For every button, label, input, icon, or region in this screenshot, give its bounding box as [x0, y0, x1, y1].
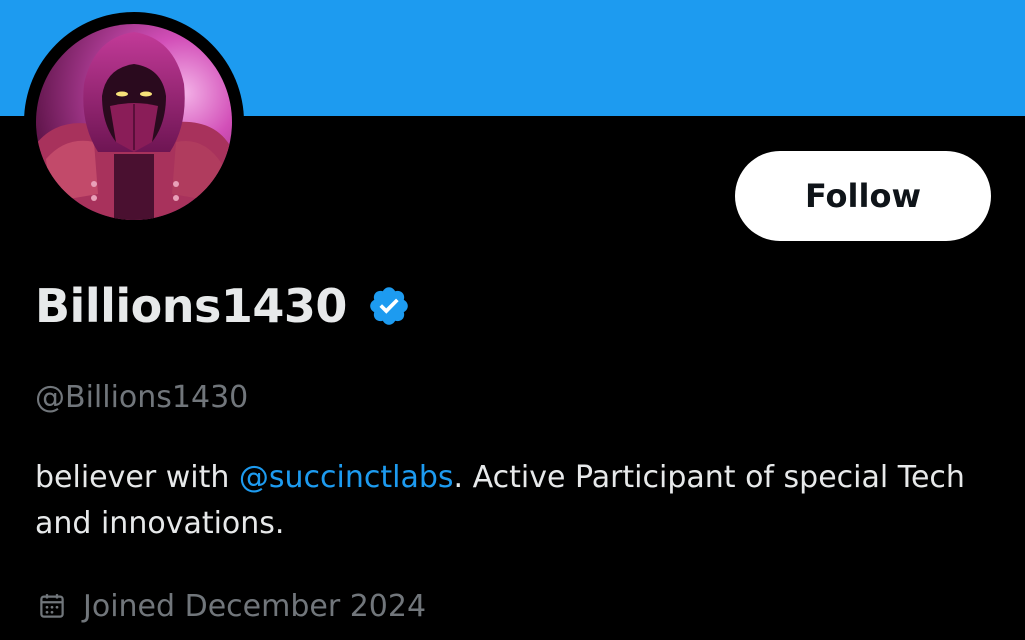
avatar[interactable] [36, 24, 232, 220]
calendar-icon [40, 594, 64, 618]
follow-button[interactable]: Follow [735, 151, 991, 241]
bio-text-start: believer with [35, 460, 239, 495]
profile-page: Follow Billions1430 @Billions1430 believ… [0, 0, 1025, 640]
display-name: Billions1430 [35, 279, 347, 333]
hooded-ninja-avatar-icon [36, 24, 232, 220]
bio: believer with @succinctlabs. Active Part… [35, 455, 995, 547]
joined-row: Joined December 2024 [37, 584, 426, 628]
bio-mention-link[interactable]: @succinctlabs [239, 460, 454, 495]
joined-date: Joined December 2024 [83, 588, 427, 624]
verified-badge-icon[interactable] [367, 284, 411, 328]
name-row: Billions1430 [35, 276, 411, 336]
handle: @Billions1430 [35, 380, 249, 415]
